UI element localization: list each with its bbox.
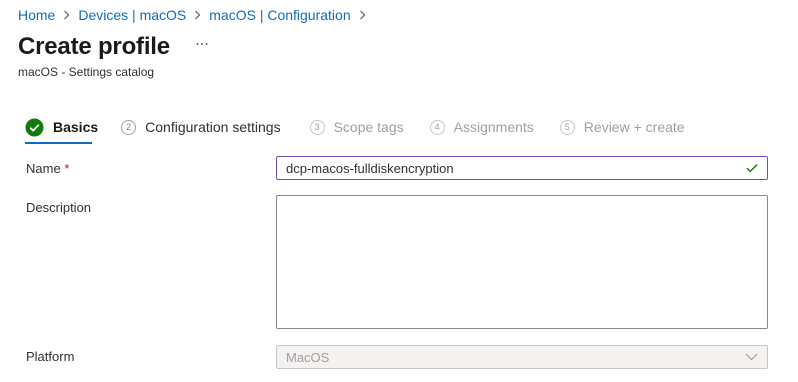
name-input[interactable]: dcp-macos-fulldiskencryption	[276, 156, 768, 180]
page-subtitle: macOS - Settings catalog	[18, 65, 155, 79]
step-label: Basics	[53, 119, 99, 135]
chevron-right-icon	[63, 10, 70, 20]
page-title: Create profile	[18, 33, 170, 60]
wizard-steps: Basics 2 Configuration settings 3 Scope …	[25, 116, 685, 138]
platform-select[interactable]: MacOS	[276, 345, 768, 369]
name-label: Name *	[26, 161, 70, 176]
step-label: Configuration settings	[145, 119, 281, 135]
description-label: Description	[26, 200, 92, 215]
platform-label: Platform	[26, 349, 75, 364]
step-scope-tags[interactable]: 3 Scope tags	[309, 119, 404, 135]
description-textarea[interactable]	[276, 195, 768, 329]
chevron-right-icon	[194, 10, 201, 20]
breadcrumb-macos-configuration[interactable]: macOS | Configuration	[209, 7, 350, 23]
more-options-button[interactable]	[196, 42, 208, 46]
step-number: 5	[559, 119, 575, 135]
step-number: 2	[121, 119, 137, 135]
active-step-indicator	[25, 142, 92, 144]
step-review-create[interactable]: 5 Review + create	[559, 119, 685, 135]
step-label: Assignments	[453, 119, 534, 135]
required-marker: *	[64, 161, 70, 176]
ellipsis-icon	[196, 43, 208, 45]
chevron-down-icon	[745, 353, 758, 361]
checkmark-icon	[746, 164, 758, 173]
step-label: Scope tags	[333, 119, 404, 135]
chevron-right-icon	[359, 10, 366, 20]
breadcrumb-devices-macos[interactable]: Devices | macOS	[78, 7, 186, 23]
title-row: Create profile	[18, 33, 208, 61]
step-number: 3	[309, 119, 325, 135]
step-label: Review + create	[583, 119, 685, 135]
name-input-value: dcp-macos-fulldiskencryption	[286, 160, 454, 176]
step-assignments[interactable]: 4 Assignments	[429, 119, 534, 135]
step-number: 4	[429, 119, 445, 135]
breadcrumb: Home Devices | macOS macOS | Configurati…	[18, 6, 374, 24]
step-basics[interactable]: Basics	[25, 118, 98, 137]
step-configuration-settings[interactable]: 2 Configuration settings	[121, 119, 281, 135]
platform-select-value: MacOS	[286, 349, 330, 365]
checkmark-circle-icon	[25, 118, 44, 136]
breadcrumb-home[interactable]: Home	[18, 7, 55, 23]
